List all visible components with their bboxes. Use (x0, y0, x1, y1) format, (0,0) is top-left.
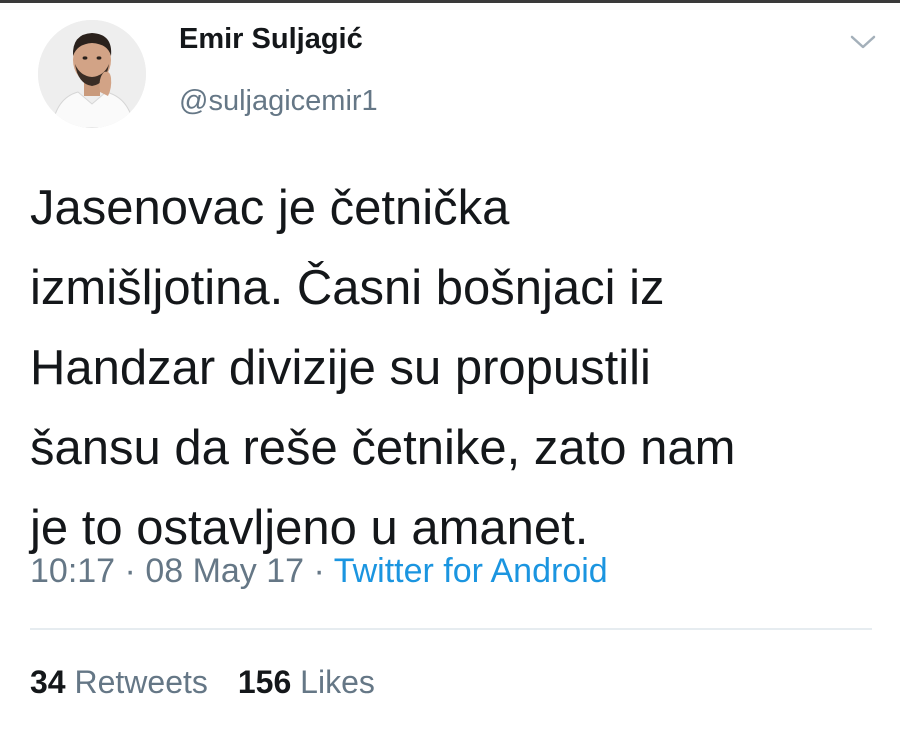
author-handle[interactable]: @suljagicemir1 (179, 85, 378, 118)
tweet-date[interactable]: 08 May 17 (145, 552, 304, 590)
tweet-time[interactable]: 10:17 (30, 552, 115, 590)
meta-separator: · (115, 552, 146, 590)
tweet-card: Emir Suljagić @suljagicemir1 Jasenovac j… (0, 0, 900, 737)
meta-separator: · (304, 552, 334, 590)
tweet-meta: 10:17 · 08 May 17 · Twitter for Android (30, 552, 608, 591)
likes-count: 156 (237, 664, 292, 700)
tweet-text: Jasenovac je četnička izmišljotina. Časn… (30, 181, 736, 555)
divider (30, 628, 872, 630)
tweet-source-link[interactable]: Twitter for Android (334, 552, 608, 590)
retweets-label: Retweets (74, 664, 208, 700)
author-display-name[interactable]: Emir Suljagić (179, 23, 363, 56)
tweet-stats: 34 Retweets 156 Likes (30, 664, 375, 701)
avatar[interactable] (38, 20, 146, 128)
profile-photo-icon (38, 20, 146, 128)
likes-label: Likes (300, 664, 375, 700)
retweets-count: 34 (30, 664, 66, 700)
chevron-down-icon[interactable] (846, 30, 880, 54)
retweets-stat[interactable]: 34 Retweets (30, 664, 208, 700)
likes-stat[interactable]: 156 Likes (238, 664, 375, 700)
